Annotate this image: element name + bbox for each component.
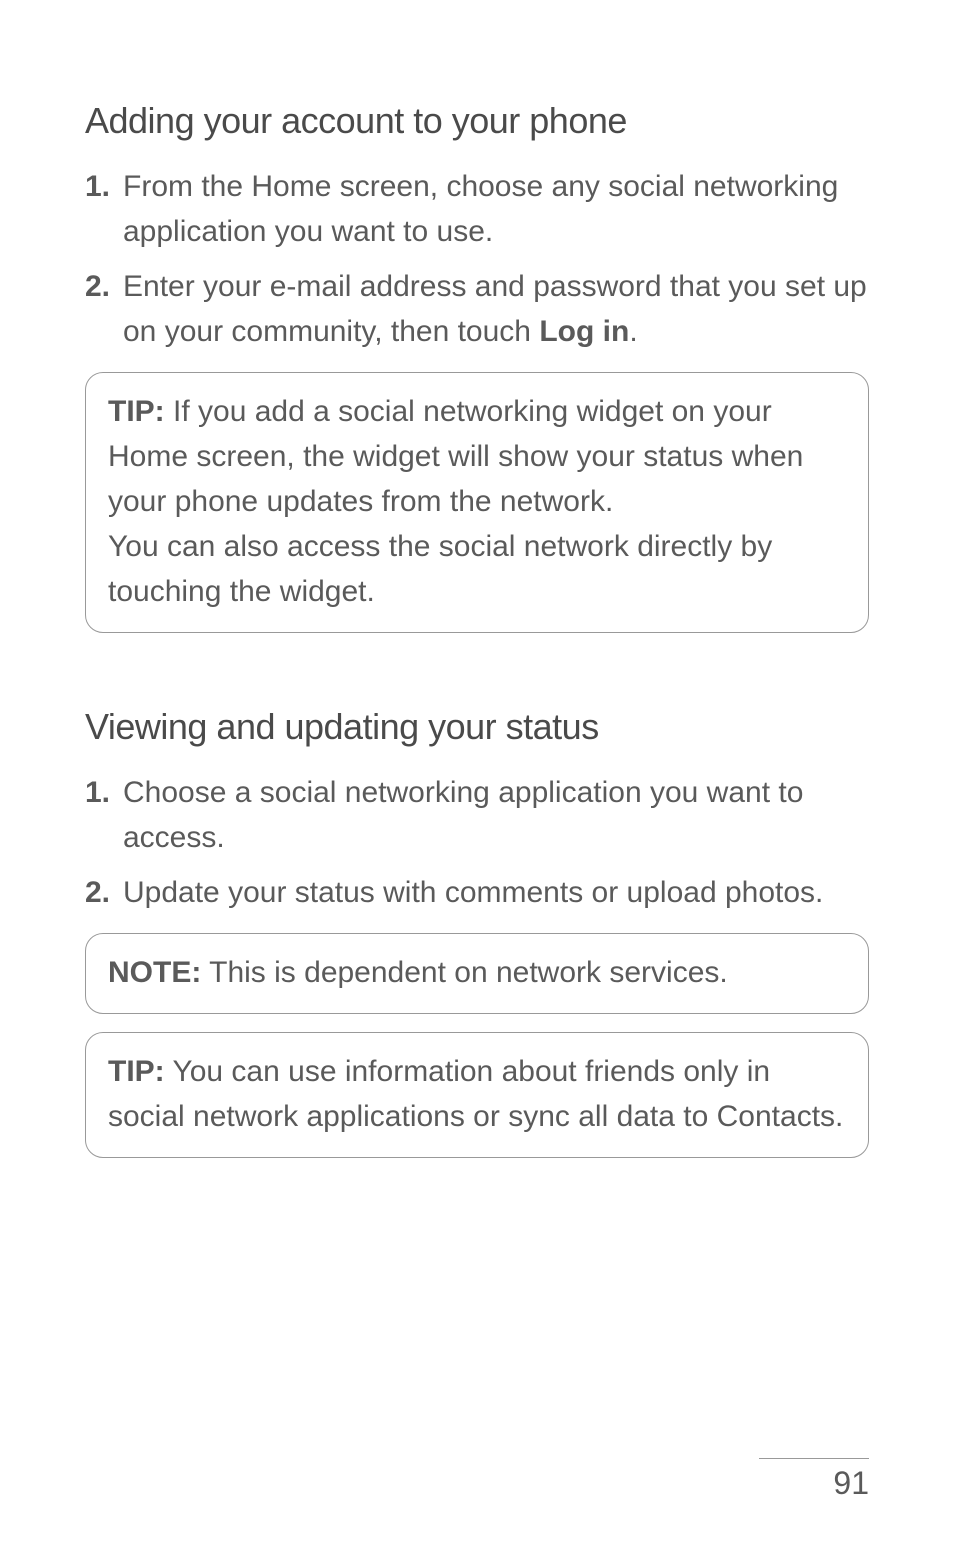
list-text-bold: Log in	[539, 315, 629, 348]
list-text: From the Home screen, choose any social …	[123, 164, 869, 254]
list-text-pre: Enter your e-mail address and password t…	[123, 270, 867, 348]
note-text: This is dependent on network services.	[201, 956, 727, 989]
tip-text: If you add a social networking widget on…	[108, 395, 803, 518]
page-footer: 91	[759, 1458, 869, 1502]
list-item: 2. Update your status with comments or u…	[85, 870, 869, 915]
list-number: 1.	[85, 770, 123, 815]
list-item: 1. Choose a social networking applicatio…	[85, 770, 869, 860]
tip-text: You can use information about friends on…	[108, 1055, 843, 1133]
list-item: 2. Enter your e-mail address and passwor…	[85, 264, 869, 354]
list-text: Choose a social networking application y…	[123, 770, 869, 860]
list-text: Update your status with comments or uplo…	[123, 870, 869, 915]
page-number: 91	[833, 1465, 869, 1502]
tip-paragraph-2: You can also access the social network d…	[108, 524, 846, 614]
section-heading-2: Viewing and updating your status	[85, 706, 869, 748]
list-text-post: .	[629, 315, 637, 348]
tip-callout: TIP: If you add a social networking widg…	[85, 372, 869, 633]
tip-label: TIP:	[108, 395, 165, 428]
note-label: NOTE:	[108, 956, 201, 989]
tip-paragraph-1: TIP: If you add a social networking widg…	[108, 389, 846, 524]
list-number: 2.	[85, 264, 123, 309]
section-heading-1: Adding your account to your phone	[85, 100, 869, 142]
list-number: 2.	[85, 870, 123, 915]
list-item: 1. From the Home screen, choose any soci…	[85, 164, 869, 254]
list-text: Enter your e-mail address and password t…	[123, 264, 869, 354]
list-number: 1.	[85, 164, 123, 209]
note-callout: NOTE: This is dependent on network servi…	[85, 933, 869, 1014]
footer-line	[759, 1458, 869, 1459]
tip-label: TIP:	[108, 1055, 165, 1088]
tip-callout: TIP: You can use information about frien…	[85, 1032, 869, 1158]
